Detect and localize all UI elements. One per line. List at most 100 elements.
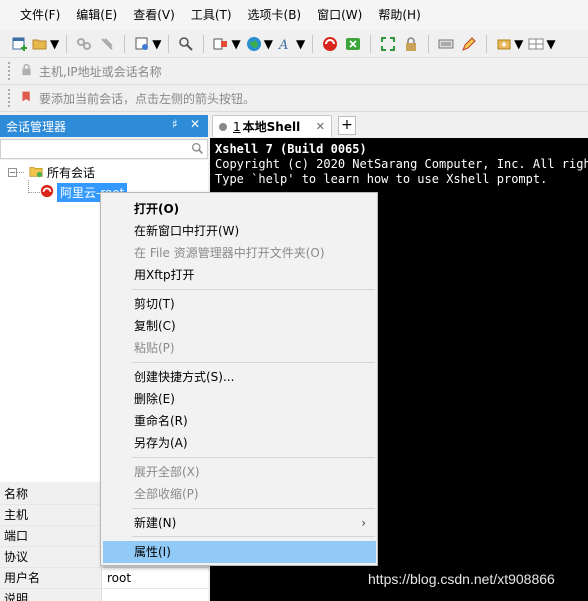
- tree-node-all-sessions[interactable]: − 所有会话: [8, 163, 95, 181]
- tab-label: 本地Shell: [242, 120, 301, 134]
- bookmark-arrow-icon[interactable]: [20, 90, 33, 106]
- menu-item-new[interactable]: 新建(N) ›: [103, 512, 376, 534]
- open-folder-icon[interactable]: [30, 34, 50, 54]
- session-icon: [40, 184, 54, 201]
- menu-item-create-shortcut[interactable]: 创建快捷方式(S)...: [103, 366, 376, 388]
- find-icon[interactable]: [176, 34, 196, 54]
- globe-icon[interactable]: [244, 34, 264, 54]
- property-key: 端口: [0, 526, 102, 546]
- properties-icon[interactable]: [132, 34, 152, 54]
- property-key: 名称: [0, 484, 102, 504]
- property-row: 说明: [0, 589, 208, 601]
- property-row: 用户名 root: [0, 568, 208, 589]
- menu-help[interactable]: 帮助(H): [370, 0, 428, 30]
- folder-icon: [29, 164, 43, 181]
- menu-item-open-new-window[interactable]: 在新窗口中打开(W): [103, 220, 376, 242]
- menu-edit[interactable]: 编辑(E): [68, 0, 125, 30]
- terminal-line: Type `help' to learn how to use Xshell p…: [215, 172, 548, 186]
- tab-local-shell[interactable]: 1 本地Shell ✕: [212, 115, 332, 137]
- menu-separator: [132, 508, 375, 509]
- property-value: [102, 589, 208, 601]
- menu-item-paste[interactable]: 粘贴(P): [103, 337, 376, 359]
- menu-separator: [132, 289, 375, 290]
- search-icon[interactable]: [191, 142, 204, 158]
- collapse-toggle[interactable]: −: [8, 167, 17, 177]
- chevron-down-icon[interactable]: ▼: [546, 37, 555, 51]
- menu-item-open-folder[interactable]: 在 File 资源管理器中打开文件夹(O): [103, 242, 376, 264]
- menu-separator: [132, 362, 375, 363]
- lock-icon: [20, 63, 33, 79]
- connect-icon[interactable]: [74, 34, 94, 54]
- fullscreen-icon[interactable]: [378, 34, 398, 54]
- hint-text: 要添加当前会话，点击左侧的箭头按钮。: [39, 91, 256, 106]
- transfer-icon[interactable]: [211, 34, 231, 54]
- pin-icon[interactable]: ♯: [172, 117, 178, 131]
- terminal-line: Copyright (c) 2020 NetSarang Computer, I…: [215, 157, 588, 171]
- menu-item-copy[interactable]: 复制(C): [103, 315, 376, 337]
- toolbar-separator: [168, 34, 170, 53]
- menu-item-cut[interactable]: 剪切(T): [103, 293, 376, 315]
- toolbar-separator: [486, 34, 488, 53]
- tree-connector: [28, 192, 40, 193]
- session-manager-header: 会话管理器 ♯ ✕: [0, 115, 208, 137]
- chevron-right-icon: ›: [361, 516, 366, 530]
- chevron-down-icon[interactable]: ▼: [296, 37, 305, 51]
- layout-icon[interactable]: [526, 34, 546, 54]
- new-tab-icon[interactable]: [494, 34, 514, 54]
- toolbar-separator: [66, 34, 68, 53]
- add-tab-button[interactable]: +: [338, 116, 356, 135]
- menu-item-label: 新建(N): [134, 516, 177, 530]
- status-dot-icon: [219, 122, 227, 131]
- terminal-line: Xshell 7 (Build 0065): [215, 142, 367, 156]
- menu-item-open-xftp[interactable]: 用Xftp打开: [103, 264, 376, 286]
- disconnect-icon[interactable]: [97, 34, 117, 54]
- property-key: 用户名: [0, 568, 102, 588]
- menu-item-delete[interactable]: 删除(E): [103, 388, 376, 410]
- property-key: 说明: [0, 589, 102, 601]
- xshell-red-icon[interactable]: [320, 34, 340, 54]
- font-icon[interactable]: A: [276, 34, 296, 54]
- session-search-input[interactable]: [0, 139, 208, 159]
- xftp-icon[interactable]: [343, 34, 363, 54]
- address-input[interactable]: 主机,IP地址或会话名称: [39, 63, 162, 80]
- keyboard-icon[interactable]: [436, 34, 456, 54]
- chevron-down-icon[interactable]: ▼: [50, 37, 59, 51]
- toolbar-separator: [370, 34, 372, 53]
- tab-close-icon[interactable]: ✕: [316, 120, 325, 133]
- lock-icon[interactable]: [401, 34, 421, 54]
- compose-icon[interactable]: [459, 34, 479, 54]
- menu-window[interactable]: 窗口(W): [309, 0, 370, 30]
- menu-item-save-as[interactable]: 另存为(A): [103, 432, 376, 454]
- tree-label: 所有会话: [47, 165, 96, 180]
- menu-tools[interactable]: 工具(T): [183, 0, 240, 30]
- menu-item-properties[interactable]: 属性(I): [103, 541, 376, 563]
- grip-handle[interactable]: [8, 62, 12, 80]
- chevron-down-icon[interactable]: ▼: [231, 37, 240, 51]
- chevron-down-icon[interactable]: ▼: [514, 37, 523, 51]
- menu-item-expand-all[interactable]: 展开全部(X): [103, 461, 376, 483]
- svg-text:A: A: [278, 38, 288, 52]
- chevron-down-icon[interactable]: ▼: [264, 37, 273, 51]
- property-value: root: [107, 571, 132, 585]
- menu-tabs[interactable]: 选项卡(B): [240, 0, 310, 30]
- toolbar-separator: [124, 34, 126, 53]
- session-manager-title: 会话管理器: [6, 119, 67, 134]
- toolbar-separator: [312, 34, 314, 53]
- toolbar: ▼ ▼ ▼ ▼ A ▼ ▼ ▼: [0, 30, 588, 58]
- menu-bar: 文件(F) 编辑(E) 查看(V) 工具(T) 选项卡(B) 窗口(W) 帮助(…: [0, 0, 588, 30]
- grip-handle[interactable]: [8, 89, 12, 107]
- toolbar-separator: [428, 34, 430, 53]
- menu-separator: [132, 457, 375, 458]
- menu-view[interactable]: 查看(V): [125, 0, 183, 30]
- menu-item-collapse-all[interactable]: 全部收缩(P): [103, 483, 376, 505]
- chevron-down-icon[interactable]: ▼: [152, 37, 161, 51]
- tab-number: 1: [233, 119, 241, 134]
- property-key: 协议: [0, 547, 102, 567]
- menu-item-open[interactable]: 打开(O): [103, 198, 376, 220]
- menu-file[interactable]: 文件(F): [12, 0, 68, 30]
- menu-item-rename[interactable]: 重命名(R): [103, 410, 376, 432]
- tab-bar: 1 本地Shell ✕ +: [210, 115, 588, 137]
- context-menu: 打开(O) 在新窗口中打开(W) 在 File 资源管理器中打开文件夹(O) 用…: [100, 192, 378, 566]
- close-icon[interactable]: ✕: [190, 117, 200, 131]
- new-session-icon[interactable]: [10, 34, 30, 54]
